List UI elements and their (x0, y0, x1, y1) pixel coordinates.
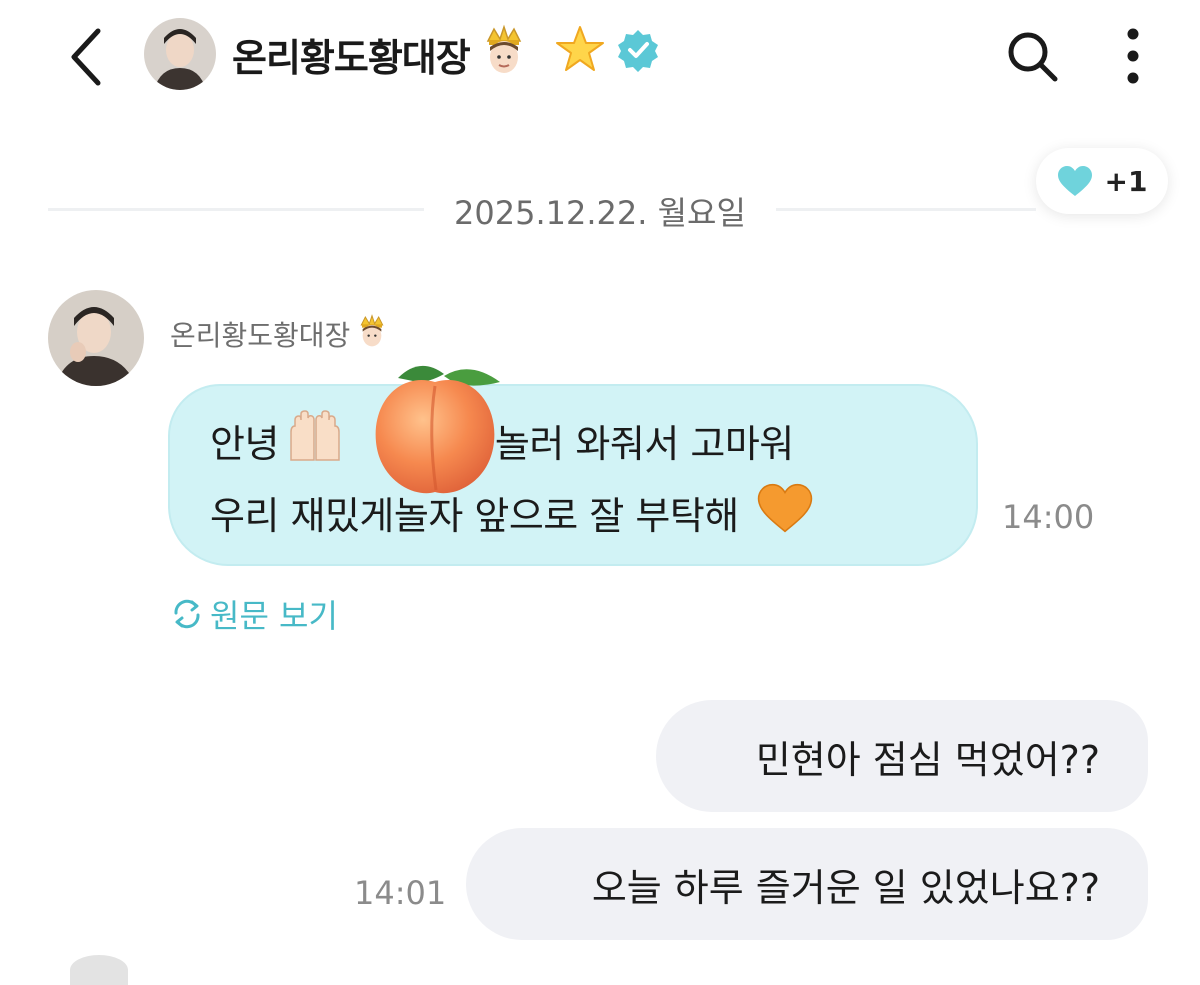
more-vertical-icon (1127, 28, 1139, 84)
message-text-start: 안녕 (210, 421, 279, 466)
outgoing-message-bubble[interactable]: 오늘 하루 즐거운 일 있었나요?? (466, 828, 1148, 940)
reaction-pill[interactable]: +1 (1036, 148, 1168, 214)
reaction-count: +1 (1104, 164, 1148, 198)
heart-icon (1057, 166, 1092, 196)
view-original-label: 원문 보기 (210, 597, 338, 635)
divider-right (776, 208, 1036, 211)
divider-left (48, 208, 424, 211)
raising-hands-emoji (283, 409, 347, 471)
outgoing-message-bubble[interactable]: 민현아 점심 먹었어?? (656, 700, 1148, 812)
prince-emoji (480, 23, 528, 86)
message-text: 민현아 점심 먹었어?? (755, 737, 1100, 782)
message-time: 14:01 (354, 874, 447, 912)
search-button[interactable] (1000, 24, 1064, 88)
more-options-button[interactable] (1110, 24, 1156, 88)
prince-emoji (356, 313, 388, 356)
view-original-link[interactable]: 원문 보기 (170, 592, 338, 636)
star-emoji (554, 24, 606, 85)
orange-heart-emoji (757, 483, 813, 542)
avatar-photo (144, 18, 216, 90)
translate-icon (174, 599, 200, 629)
header-avatar[interactable] (144, 18, 216, 90)
message-text-end: 놀러 와줘서 고마워 (494, 421, 794, 466)
message-text: 오늘 하루 즐거운 일 있었나요?? (591, 865, 1100, 910)
chat-title: 온리황도황대장 (232, 24, 660, 84)
avatar-photo (48, 290, 144, 386)
sender-avatar[interactable] (48, 290, 144, 386)
back-button[interactable] (56, 22, 116, 92)
page-title: 온리황도황대장 (232, 35, 471, 80)
date-divider: 2025.12.22. 월요일 (454, 194, 746, 232)
message-line-2: 우리 재밌게 놀자 앞으로 잘 부탁해 (210, 483, 813, 542)
search-icon (1008, 32, 1058, 82)
chevron-left-icon (71, 28, 101, 86)
sender-name: 온리황도황대장 (170, 313, 388, 356)
sender-name-text: 온리황도황대장 (170, 319, 351, 352)
message-time: 14:00 (1002, 498, 1095, 536)
next-avatar-peek (70, 955, 128, 985)
verified-badge-icon (616, 28, 660, 81)
peach-sticker (360, 352, 510, 502)
